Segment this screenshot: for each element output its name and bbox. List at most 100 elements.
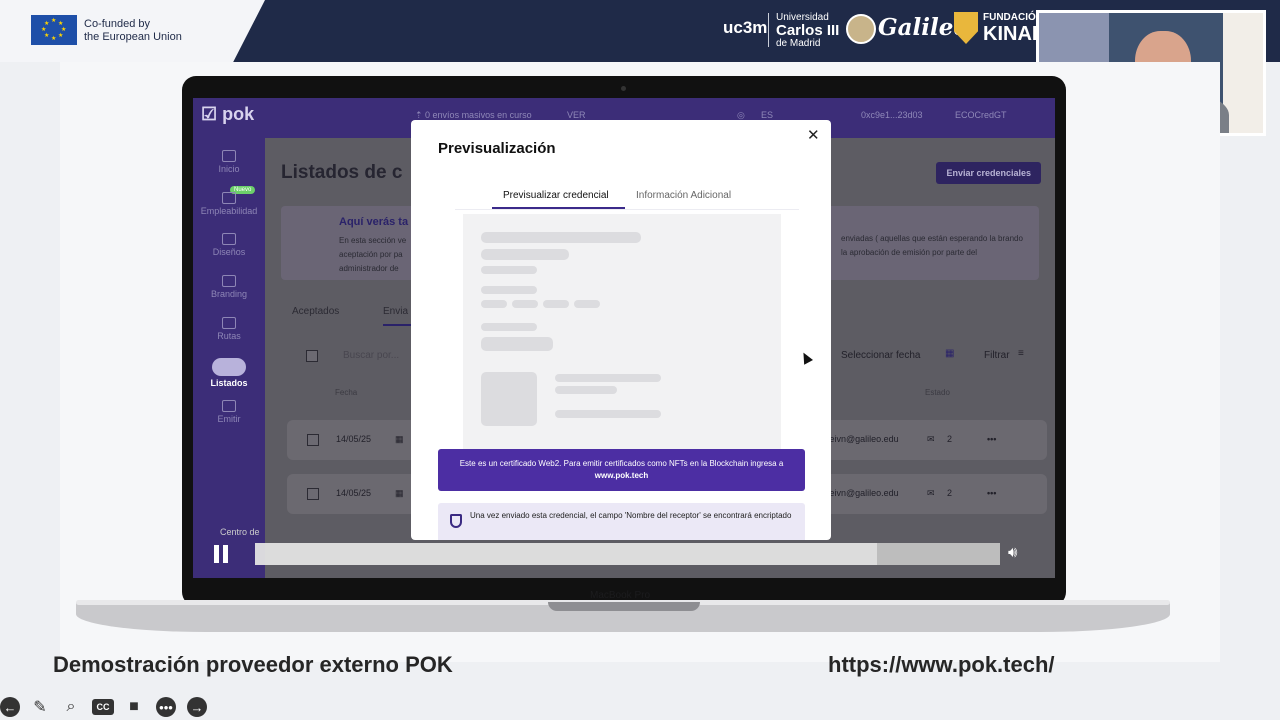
row-count: 2 <box>947 488 953 498</box>
laptop-model-label: MacBook Pro <box>590 590 651 601</box>
previous-icon[interactable]: ← <box>0 697 20 717</box>
sidebar-item-emitir[interactable]: Emitir <box>193 400 265 424</box>
skeleton-chip <box>574 300 600 308</box>
column-header-status: Estado <box>925 388 950 397</box>
sidebar-label: Branding <box>210 289 248 299</box>
help-center-label: Centro de <box>220 527 260 537</box>
eu-flag-icon: ★ ★ ★ ★ ★ ★ ★ ★ <box>31 15 77 45</box>
row-more-icon[interactable]: ••• <box>987 434 996 444</box>
tab-aceptados[interactable]: Aceptados <box>292 306 339 317</box>
slide-caption: Demostración proveedor externo POK <box>53 652 453 677</box>
laptop-camera <box>621 86 626 91</box>
web2-notice-text: Este es un certificado Web2. Para emitir… <box>459 459 784 468</box>
date-selector[interactable]: Seleccionar fecha <box>841 350 921 361</box>
sidebar-item-rutas[interactable]: Rutas <box>193 317 265 341</box>
video-buffer <box>877 543 1000 565</box>
credential-preview-card <box>463 214 781 450</box>
filter-icon[interactable]: ≡ <box>1018 348 1024 359</box>
send-credentials-button[interactable]: Enviar credenciales <box>936 162 1041 184</box>
logo-divider <box>768 13 769 47</box>
tab-additional-info[interactable]: Información Adicional <box>636 190 731 201</box>
row-checkbox[interactable] <box>307 434 319 446</box>
filter-button[interactable]: Filtrar <box>984 350 1010 361</box>
player-toolbar: ← ✎ ⌕ CC ■ ••• → <box>0 697 220 719</box>
carlos-iii-logo: Universidad Carlos III de Madrid <box>776 12 839 49</box>
skeleton-image <box>481 372 537 426</box>
shield-icon <box>450 514 462 528</box>
mail-icon: ✉ <box>927 488 935 498</box>
webcam-wall <box>1223 13 1263 133</box>
camera-icon[interactable]: ■ <box>124 697 144 717</box>
pause-icon[interactable] <box>214 545 230 563</box>
laptop-notch <box>548 602 700 611</box>
search-input[interactable]: Buscar por... <box>343 350 399 361</box>
skeleton-line <box>481 286 537 294</box>
tab-enviados[interactable]: Envia <box>383 306 408 317</box>
pok-tech-link[interactable]: www.pok.tech <box>595 471 649 480</box>
row-date: 14/05/25 <box>336 488 372 498</box>
sidebar-label: Empleabilidad <box>200 206 258 216</box>
wallet-address[interactable]: 0xc9e1...23d03 <box>861 110 923 120</box>
video-progress-bar[interactable] <box>255 543 877 565</box>
sidebar-label: Emitir <box>217 414 241 424</box>
sidebar-item-empleabilidad[interactable]: Empleabilidad <box>193 192 265 216</box>
skeleton-line <box>481 232 641 243</box>
sidebar-item-disenos[interactable]: Diseños <box>193 233 265 257</box>
modal-tab-indicator <box>492 207 625 209</box>
column-header-date: Fecha <box>335 388 358 397</box>
list-icon <box>212 358 246 376</box>
tab-preview-credential[interactable]: Previsualizar credencial <box>503 190 609 201</box>
close-icon[interactable]: ✕ <box>807 126 820 144</box>
preview-modal: Previsualización ✕ Previsualizar credenc… <box>411 120 831 540</box>
skeleton-line <box>555 410 661 418</box>
skeleton-line <box>555 374 661 382</box>
galileo-seal-icon <box>846 14 876 44</box>
more-options-icon[interactable]: ••• <box>156 697 176 717</box>
sidebar-item-branding[interactable]: Branding <box>193 275 265 299</box>
sidebar-item-inicio[interactable]: Inicio <box>193 150 265 174</box>
row-count: 2 <box>947 434 953 444</box>
route-icon <box>222 317 236 329</box>
row-email: teivn@galileo.edu <box>827 488 899 498</box>
next-icon[interactable]: → <box>187 697 207 717</box>
sidebar-label: Listados <box>210 378 248 388</box>
kinal-logo: FUNDACIÓ KINAL <box>983 12 1044 45</box>
search-icon[interactable]: ⌕ <box>61 697 81 717</box>
sidebar-label: Inicio <box>218 164 240 174</box>
kinal-line-2: KINAL <box>983 23 1045 45</box>
modal-title: Previsualización <box>438 140 556 157</box>
sidebar-item-listados[interactable]: Listados <box>193 358 265 388</box>
calendar-icon[interactable]: ▦ <box>945 348 954 359</box>
edit-icon <box>222 400 236 412</box>
select-all-checkbox[interactable] <box>306 350 318 362</box>
eu-line-2: the European Union <box>84 31 182 43</box>
carlos-line-3: de Madrid <box>776 38 821 49</box>
app-sidebar: ☑ pok Inicio Nuevo Empleabilidad Diseños… <box>193 98 265 578</box>
palette-icon <box>222 275 236 287</box>
skeleton-line <box>555 386 617 394</box>
skeleton-line <box>481 249 569 260</box>
org-selector[interactable]: ECOCredGT <box>955 110 1007 120</box>
row-more-icon[interactable]: ••• <box>987 488 996 498</box>
home-icon <box>222 150 236 162</box>
modal-tabs-baseline <box>455 209 799 210</box>
slide-url: https://www.pok.tech/ <box>828 652 1055 677</box>
pok-logo[interactable]: ☑ pok <box>201 104 254 125</box>
captions-icon[interactable]: CC <box>92 699 114 715</box>
qr-icon: ▦ <box>395 488 404 498</box>
video-controls: Centro de 🔊︎ <box>200 527 1036 569</box>
skeleton-chip <box>481 300 507 308</box>
info-text-right: enviadas ( aquellas que están esperando … <box>841 234 1023 257</box>
language-selector[interactable]: ES <box>761 110 773 120</box>
ver-link[interactable]: VER <box>567 110 586 120</box>
row-email: teivn@galileo.edu <box>827 434 899 444</box>
skeleton-chip <box>543 300 569 308</box>
uc3m-logo: uc3m <box>723 18 768 37</box>
row-checkbox[interactable] <box>307 488 319 500</box>
skeleton-block <box>481 337 553 351</box>
qr-icon: ▦ <box>395 434 404 444</box>
volume-icon[interactable]: 🔊︎ <box>1008 544 1017 561</box>
sidebar-label: Diseños <box>212 247 246 257</box>
pencil-icon[interactable]: ✎ <box>30 697 50 717</box>
row-date: 14/05/25 <box>336 434 372 444</box>
